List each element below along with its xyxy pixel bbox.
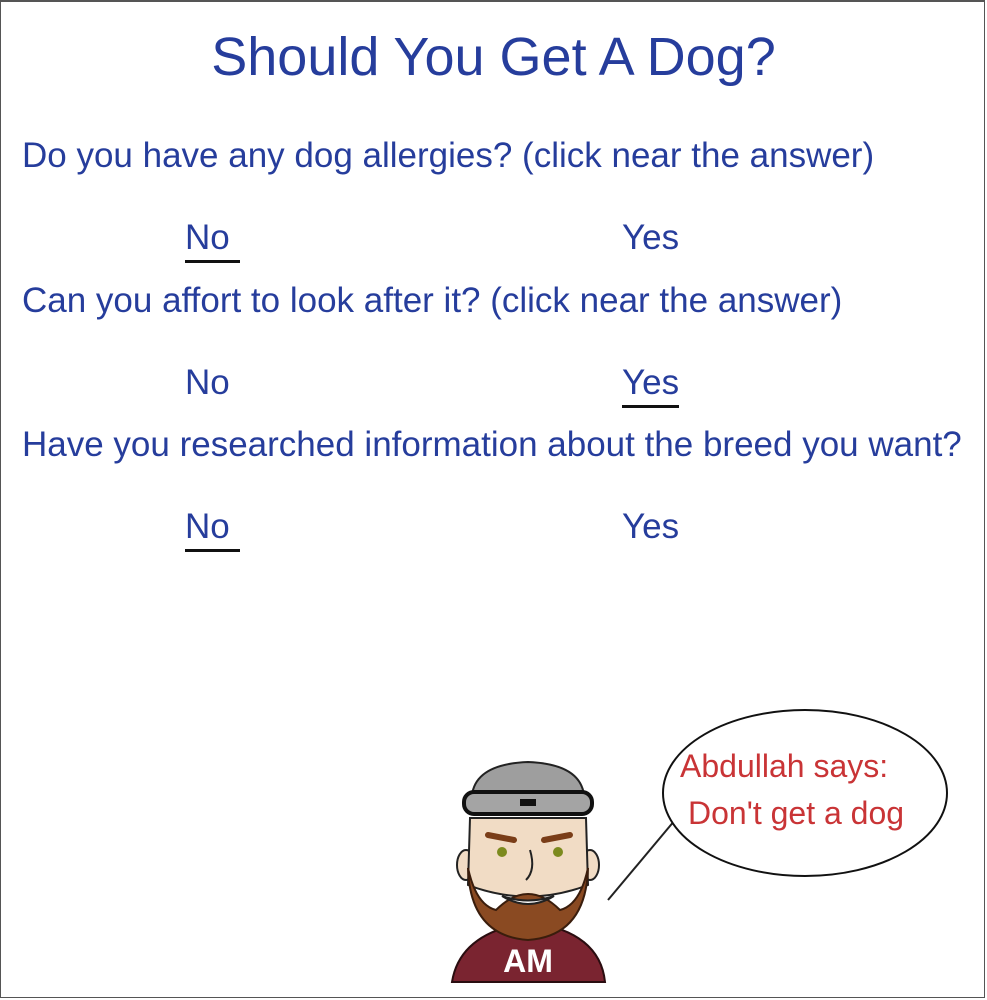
answer-research-no[interactable]: No	[185, 507, 240, 552]
answer-afford-yes[interactable]: Yes	[622, 363, 680, 408]
avatar-eye-left	[497, 847, 507, 857]
answer-research-yes[interactable]: Yes	[622, 507, 679, 549]
question-allergies: Do you have any dog allergies? (click ne…	[22, 136, 875, 175]
speech-bubble	[662, 709, 948, 877]
advisor-scene: Abdullah says: Don't get a dog AM	[440, 700, 980, 990]
page-title: Should You Get A Dog?	[211, 27, 776, 87]
avatar-initials: AM	[503, 943, 553, 979]
answer-allergies-no[interactable]: No	[185, 218, 240, 263]
avatar-face	[466, 817, 590, 898]
question-afford: Can you affort to look after it? (click …	[22, 281, 843, 320]
speech-pointer	[607, 819, 676, 901]
avatar-hat-tag	[520, 799, 536, 806]
avatar: AM	[450, 760, 607, 983]
answer-afford-no[interactable]: No	[185, 363, 230, 405]
speech-line-1: Abdullah says:	[680, 748, 888, 784]
avatar-eye-right	[553, 847, 563, 857]
advisor-illustration: Abdullah says: Don't get a dog AM	[450, 709, 948, 983]
question-research: Have you researched information about th…	[22, 425, 962, 464]
speech-line-2: Don't get a dog	[688, 795, 904, 831]
answer-allergies-yes[interactable]: Yes	[622, 218, 679, 260]
